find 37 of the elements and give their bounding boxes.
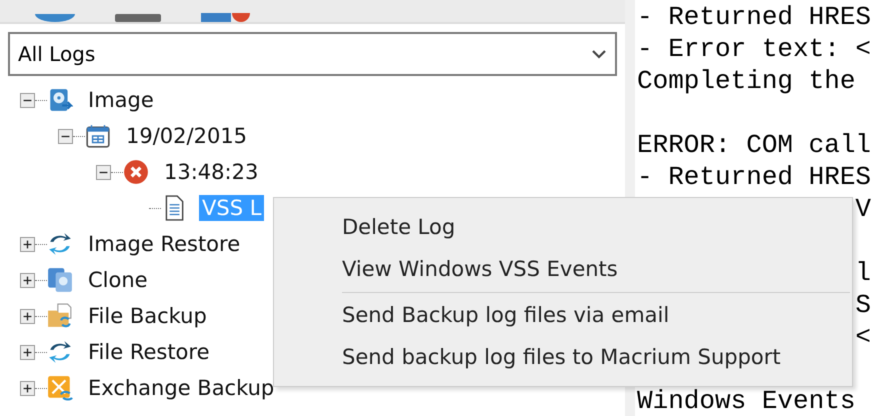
collapse-icon[interactable]: [58, 128, 73, 144]
exchange-icon: [47, 375, 73, 401]
collapse-icon[interactable]: [96, 164, 111, 180]
expand-icon[interactable]: [20, 344, 35, 360]
expand-icon[interactable]: [20, 272, 35, 288]
expand-icon[interactable]: [20, 236, 35, 252]
menu-item[interactable]: Delete Log: [274, 206, 852, 248]
folder-icon: [47, 303, 73, 329]
log-line: Completing the: [637, 66, 856, 96]
tree-item[interactable]: Image: [85, 87, 157, 113]
log-line: ERROR: COM call: [637, 130, 872, 160]
log-line: Windows Events: [637, 386, 856, 416]
log-line: V: [855, 194, 872, 224]
log-line: S: [855, 290, 872, 320]
circular-arrows-icon: [47, 231, 73, 257]
tree-item[interactable]: File Restore: [85, 339, 212, 365]
clone-disks-icon: [47, 267, 73, 293]
log-line: <: [855, 322, 872, 352]
collapse-icon[interactable]: [20, 92, 35, 108]
expand-icon[interactable]: [20, 380, 35, 396]
tree-item[interactable]: Image Restore: [85, 231, 244, 257]
expand-icon[interactable]: [20, 308, 35, 324]
circular-arrows-icon: [47, 339, 73, 365]
tree-item[interactable]: Clone: [85, 267, 151, 293]
tree-item[interactable]: 13:48:23: [161, 159, 262, 185]
calendar-icon: [85, 123, 111, 149]
menu-item[interactable]: View Windows VSS Events: [274, 248, 852, 290]
log-line: - Returned HRES: [637, 2, 872, 32]
tree-item[interactable]: File Backup: [85, 303, 210, 329]
log-line: - Returned HRES: [637, 162, 872, 192]
log-filter-dropdown[interactable]: All Logs: [8, 32, 617, 76]
menu-item[interactable]: Send Backup log files via email: [274, 294, 852, 336]
tree-item[interactable]: 19/02/2015: [123, 123, 250, 149]
log-line: l: [855, 258, 872, 288]
log-line: - Error text: <: [637, 34, 872, 64]
chevron-down-icon: [591, 48, 607, 60]
error-icon: [123, 159, 149, 185]
